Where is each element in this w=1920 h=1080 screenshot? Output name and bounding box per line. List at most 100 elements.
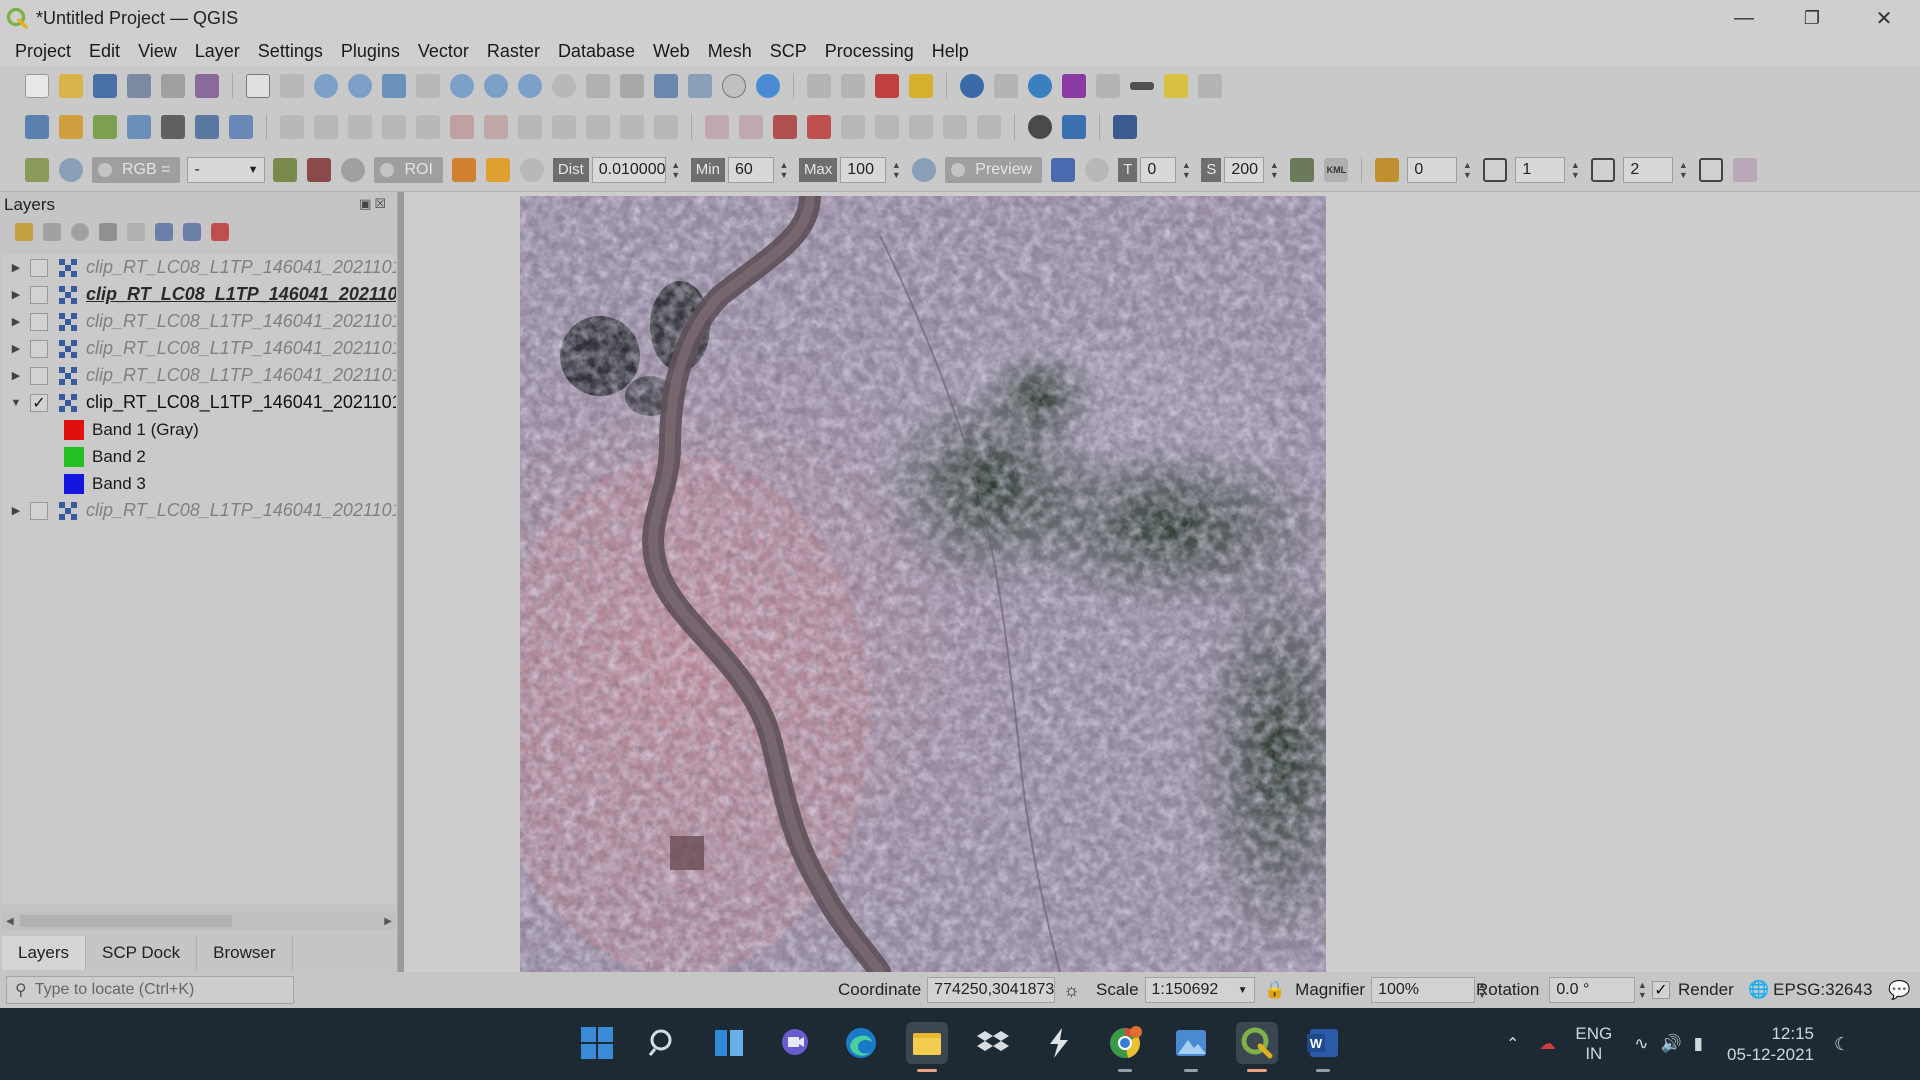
style-manager-icon[interactable]	[195, 74, 219, 98]
band-2-spinner[interactable]: ▲ ▼	[1676, 157, 1690, 183]
band-1-input[interactable]: 1	[1515, 156, 1566, 183]
new-geopackage-layer-icon[interactable]	[59, 115, 83, 139]
processing-toolbox-icon[interactable]	[1028, 74, 1052, 98]
measure-line-icon[interactable]	[1130, 82, 1154, 90]
preview-toggle[interactable]: Preview	[945, 156, 1043, 183]
current-edits-icon[interactable]	[280, 115, 304, 139]
onedrive-error-icon[interactable]: ☁	[1539, 1034, 1555, 1054]
panel-float-close-icon[interactable]: ▣☒	[359, 196, 389, 212]
pan-icon[interactable]	[246, 74, 270, 98]
tab-browser[interactable]: Browser	[197, 936, 293, 970]
dist-spinner[interactable]: ▲ ▼	[669, 157, 683, 183]
paste-features-icon[interactable]	[586, 115, 610, 139]
band-set-icon[interactable]	[1375, 157, 1400, 182]
activate-roi-pointer-icon[interactable]	[485, 157, 510, 182]
tab-layers[interactable]: Layers	[2, 936, 87, 970]
scroll-left-icon[interactable]: ◀	[6, 916, 14, 927]
dist-input[interactable]: 0.010000	[591, 156, 666, 183]
new-temporary-layer-icon[interactable]	[127, 115, 151, 139]
wifi-icon[interactable]: ∿	[1634, 1034, 1648, 1054]
rotation-spinner[interactable]: ▲ ▼	[1635, 977, 1649, 1003]
zoom-selection-icon[interactable]	[416, 74, 440, 98]
band-2-input[interactable]: 2	[1623, 156, 1674, 183]
coordinate-field[interactable]: 774250,3041873	[927, 977, 1056, 1003]
add-wms-layer-icon[interactable]	[195, 115, 219, 139]
tray-overflow-icon[interactable]: ⌃	[1506, 1034, 1519, 1054]
select-features-icon[interactable]	[841, 74, 865, 98]
move-label-icon[interactable]	[909, 115, 933, 139]
layer-tree-horizontal-scrollbar[interactable]: ◀ ▶	[2, 912, 396, 930]
show-bookmarks-icon[interactable]	[688, 74, 712, 98]
redo-icon[interactable]	[654, 115, 678, 139]
attribute-table-icon[interactable]	[994, 74, 1018, 98]
layer-visibility-checkbox[interactable]	[30, 339, 48, 358]
map-tips-icon[interactable]	[1164, 74, 1188, 98]
toggle-editing-icon[interactable]	[314, 115, 338, 139]
band-1-spinner[interactable]: ▲ ▼	[1568, 157, 1582, 183]
widgets-button[interactable]	[708, 1022, 750, 1064]
max-spinner[interactable]: ▲ ▼	[889, 157, 903, 183]
select-by-value-icon[interactable]	[875, 74, 899, 98]
expand-arrow-icon[interactable]: ▶	[2, 504, 30, 517]
layer-row[interactable]: ▶ clip_RT_LC08_L1TP_146041_2021101(	[2, 308, 396, 335]
undo-icon[interactable]	[620, 115, 644, 139]
vertex-tool-icon[interactable]	[416, 115, 440, 139]
layer-row[interactable]: ▶ clip_RT_LC08_L1TP_146041_2021101(	[2, 497, 396, 524]
digitize-polygon-icon[interactable]	[739, 115, 763, 139]
tab-scp-dock[interactable]: SCP Dock	[86, 936, 198, 970]
data-source-manager-icon[interactable]	[25, 115, 49, 139]
manage-visibility-icon[interactable]	[71, 223, 89, 241]
filter-expression-icon[interactable]	[127, 223, 145, 241]
dropbox-button[interactable]	[972, 1022, 1014, 1064]
save-edits-icon[interactable]	[348, 115, 372, 139]
copy-features-icon[interactable]	[552, 115, 576, 139]
layer-row[interactable]: ▶ clip_RT_LC08_L1TP_146041_2021101(	[2, 254, 396, 281]
app-bolt-button[interactable]	[1038, 1022, 1080, 1064]
refresh-icon[interactable]	[756, 74, 780, 98]
band-3-icon[interactable]	[1699, 157, 1724, 182]
language-indicator[interactable]: ENG IN	[1575, 1024, 1612, 1064]
layer-row[interactable]: ▶ clip_RT_LC08_L1TP_146041_2021101(	[2, 281, 396, 308]
delete-selected-icon[interactable]	[484, 115, 508, 139]
zoom-full-icon[interactable]	[382, 74, 406, 98]
classification-preview-icon[interactable]	[1051, 157, 1076, 182]
label-tool-icon[interactable]	[773, 115, 797, 139]
expand-arrow-icon[interactable]: ▶	[2, 261, 30, 274]
menu-edit[interactable]: Edit	[80, 41, 129, 62]
stretch-std-icon[interactable]	[307, 157, 332, 182]
print-layout-icon[interactable]	[161, 74, 185, 98]
expand-arrow-icon[interactable]: ▶	[2, 342, 30, 355]
filter-legend-icon[interactable]	[99, 223, 117, 241]
rotation-field[interactable]: 0.0 °	[1549, 977, 1636, 1003]
satellite-raster-image[interactable]	[520, 196, 1326, 972]
scp-zoom-icon[interactable]	[59, 157, 83, 182]
scp-dock-icon[interactable]	[25, 157, 49, 182]
new-project-icon[interactable]	[25, 74, 49, 98]
layer-visibility-checkbox[interactable]	[30, 258, 48, 277]
expand-arrow-icon[interactable]: ▶	[2, 369, 30, 382]
taskbar-search-button[interactable]	[642, 1022, 684, 1064]
minimize-button[interactable]: —	[1710, 0, 1778, 36]
annotation-icon[interactable]	[1198, 74, 1222, 98]
messages-group[interactable]: 💬	[1888, 972, 1910, 1008]
s-spinner[interactable]: ▲ ▼	[1267, 157, 1281, 183]
layer-row[interactable]: ▶ clip_RT_LC08_L1TP_146041_2021101(	[2, 362, 396, 389]
qgis-plugin-icon[interactable]	[1028, 115, 1052, 139]
modify-attributes-icon[interactable]	[450, 115, 474, 139]
layer-row[interactable]: ▶ clip_RT_LC08_L1TP_146041_2021101(	[2, 335, 396, 362]
digitize-shape-icon[interactable]	[705, 115, 729, 139]
label-abc-icon[interactable]	[807, 115, 831, 139]
battery-icon[interactable]: ▮	[1694, 1034, 1703, 1054]
close-button[interactable]: ✕	[1850, 0, 1918, 36]
layer-visibility-checkbox[interactable]	[30, 312, 48, 331]
menu-settings[interactable]: Settings	[249, 41, 332, 62]
word-button[interactable]: W	[1302, 1022, 1344, 1072]
band-1-icon[interactable]	[1483, 157, 1508, 182]
remove-layer-icon[interactable]	[211, 223, 229, 241]
zoom-next-icon[interactable]	[552, 74, 576, 98]
layer-visibility-checkbox[interactable]	[30, 501, 48, 520]
zoom-native-icon[interactable]	[484, 74, 508, 98]
scp-zoom-roi-icon[interactable]	[341, 157, 366, 182]
add-feature-icon[interactable]	[382, 115, 406, 139]
save-as-icon[interactable]	[127, 74, 151, 98]
